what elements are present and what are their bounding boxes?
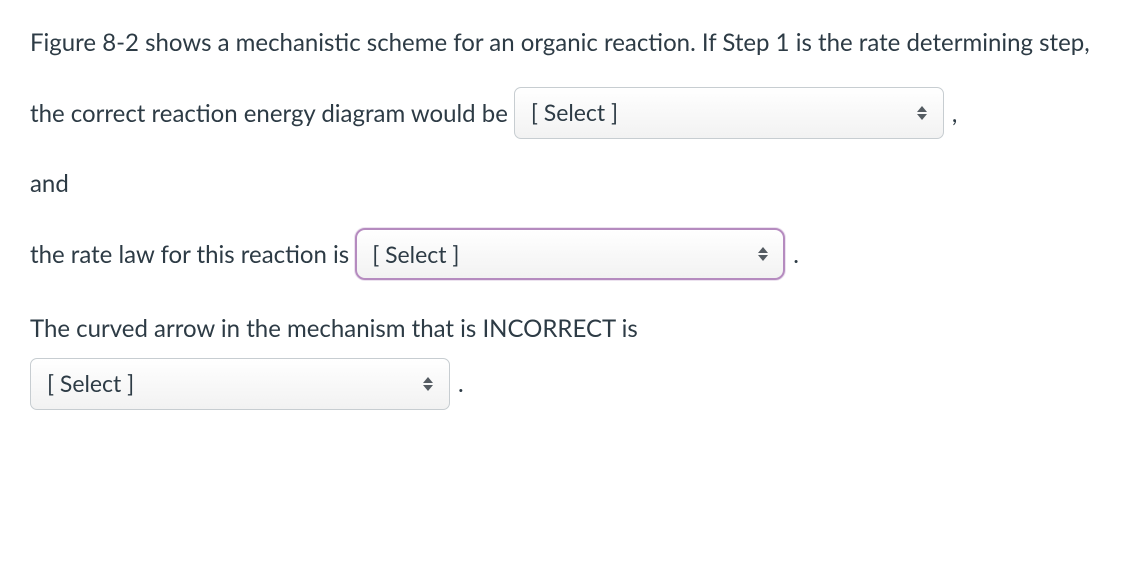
trailing-comma: , — [952, 95, 957, 132]
rate-law-prefix: the rate law for this reaction is — [30, 236, 349, 273]
up-down-arrows-icon — [421, 373, 435, 395]
select-label: [ Select ] — [372, 237, 459, 273]
and-line: and — [30, 165, 1116, 202]
up-down-arrows-icon — [756, 243, 770, 265]
select-label: [ Select ] — [47, 366, 134, 402]
line-rate-law: the rate law for this reaction is [ Sele… — [30, 228, 1116, 280]
up-down-arrows-icon — [915, 102, 929, 124]
energy-diagram-select[interactable]: [ Select ] — [514, 87, 944, 139]
line-curved-arrow: The curved arrow in the mechanism that i… — [30, 310, 1116, 409]
intro-paragraph: Figure 8-2 shows a mechanistic scheme fo… — [30, 24, 1116, 61]
trailing-period: . — [458, 365, 464, 402]
curved-arrow-prefix: The curved arrow in the mechanism that i… — [30, 314, 638, 343]
trailing-period: . — [793, 236, 799, 273]
intro-text: Figure 8-2 shows a mechanistic scheme fo… — [30, 28, 1090, 57]
rate-law-select[interactable]: [ Select ] — [355, 228, 785, 280]
curved-arrow-select[interactable]: [ Select ] — [30, 358, 450, 410]
and-text: and — [30, 169, 69, 198]
line-energy-diagram: the correct reaction energy diagram woul… — [30, 87, 1116, 139]
select-label: [ Select ] — [531, 95, 618, 131]
energy-diagram-prefix: the correct reaction energy diagram woul… — [30, 95, 508, 132]
